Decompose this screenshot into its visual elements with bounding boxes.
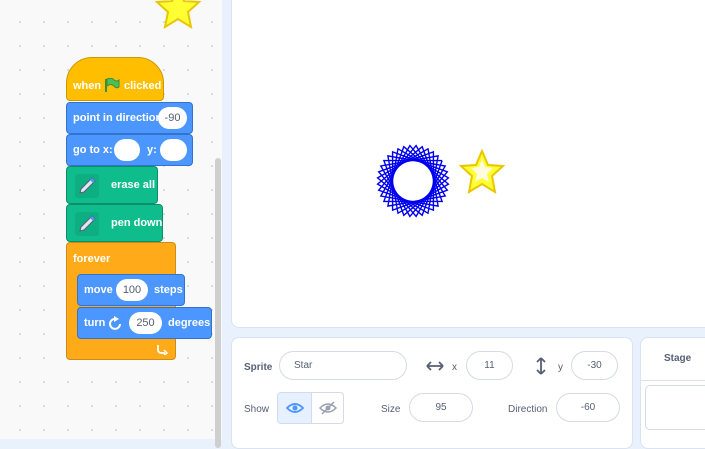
size-label: Size — [381, 404, 401, 415]
loop-arrow-icon — [157, 345, 169, 355]
degrees-label: degrees — [168, 317, 211, 329]
stage-selector-panel[interactable]: Stage — [640, 337, 705, 449]
stage-thumbnail[interactable] — [645, 385, 705, 430]
go-to-x-label: go to x: — [73, 144, 113, 156]
stage-title: Stage — [664, 353, 692, 364]
star-sprite-icon — [154, 0, 202, 30]
y-field[interactable]: -30 — [571, 351, 618, 380]
green-flag-icon — [105, 78, 120, 92]
divider — [641, 380, 705, 381]
y-input[interactable] — [160, 139, 187, 161]
direction-label: Direction — [508, 404, 548, 415]
code-workspace[interactable]: when clicked point in direction -90 go t… — [0, 0, 222, 439]
go-to-xy-block[interactable]: go to x: y: — [66, 134, 193, 166]
y-label: y: — [147, 144, 157, 156]
sprite-label: Sprite — [244, 362, 273, 373]
forever-label: forever — [73, 253, 111, 265]
steps-input[interactable]: 100 — [116, 279, 148, 301]
erase-all-block[interactable]: erase all — [66, 166, 158, 204]
size-field[interactable]: 95 — [409, 393, 473, 422]
x-field[interactable]: 11 — [466, 351, 513, 380]
erase-all-label: erase all — [111, 179, 156, 191]
x-label: x — [452, 362, 457, 373]
stage-canvas[interactable] — [231, 0, 705, 328]
pen-down-label: pen down — [111, 217, 163, 229]
arrows-vertical-icon — [536, 357, 546, 375]
pen-icon — [75, 212, 99, 236]
eye-icon — [285, 403, 304, 413]
arrows-horizontal-icon — [426, 361, 444, 371]
pen-down-block[interactable]: pen down — [66, 204, 163, 242]
point-in-direction-block[interactable]: point in direction -90 — [66, 102, 193, 134]
y-label: y — [558, 362, 563, 373]
code-scrollbar[interactable] — [215, 158, 221, 448]
sprite-name-field[interactable]: Star — [279, 351, 407, 380]
show-label: Show — [244, 404, 270, 415]
pen-trail-path — [376, 144, 450, 218]
show-button[interactable] — [278, 393, 312, 423]
turn-label: turn — [84, 317, 106, 329]
move-steps-block[interactable]: move 100 steps — [77, 274, 185, 306]
clicked-label: clicked — [124, 80, 162, 92]
pen-icon — [75, 174, 99, 198]
when-flag-clicked-block[interactable]: when clicked — [66, 57, 164, 101]
visibility-toggle — [277, 392, 344, 424]
star-sprite-icon[interactable] — [458, 149, 506, 197]
rotate-right-icon — [109, 316, 121, 330]
steps-label: steps — [154, 284, 183, 296]
direction-field[interactable]: -60 — [556, 393, 620, 422]
move-label: move — [84, 284, 113, 296]
point-in-direction-label: point in direction — [73, 112, 163, 124]
direction-input[interactable]: -90 — [158, 107, 187, 129]
x-input[interactable] — [114, 139, 140, 161]
eye-slash-icon — [318, 401, 337, 415]
when-label: when — [73, 80, 102, 92]
turn-degrees-block[interactable]: turn 250 degrees — [77, 307, 212, 339]
hide-button[interactable] — [312, 393, 343, 423]
sprite-info-panel: Sprite Star x 11 y -30 Show Size 95 Dire… — [231, 337, 633, 449]
degrees-input[interactable]: 250 — [129, 312, 162, 334]
